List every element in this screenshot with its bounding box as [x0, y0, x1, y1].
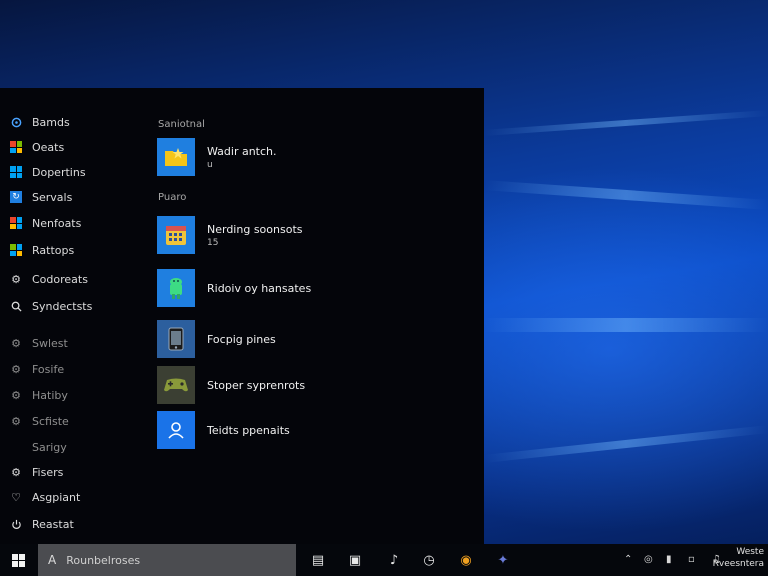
gear-icon: ⚙: [11, 388, 21, 402]
browser-icon[interactable]: ◉: [458, 552, 474, 568]
account-icon: ♡: [11, 490, 21, 504]
start-item-label: Syndectsts: [32, 299, 93, 313]
assistant-icon[interactable]: ✦: [495, 552, 511, 568]
taskbar-search-box[interactable]: A: [38, 544, 296, 576]
wallpaper-light-beam: [483, 180, 768, 210]
start-item-7[interactable]: ⚙ Codoreats: [10, 268, 135, 290]
tile-title: Wadir antch.: [207, 144, 277, 158]
windows-logo-icon: [12, 554, 18, 560]
tile-4[interactable]: Focpig pines: [157, 320, 276, 358]
tile-title: Stoper syprenrots: [207, 378, 306, 392]
start-item-10[interactable]: ⚙ Fosife: [10, 358, 135, 380]
calendar-icon: [157, 216, 195, 254]
windows-grid-icon: [10, 244, 22, 256]
file-explorer-icon[interactable]: ▣: [347, 552, 363, 568]
clock-date: Rveesntera: [712, 559, 764, 569]
gamepad-icon: [157, 366, 195, 404]
refresh-icon: ↻: [10, 191, 22, 203]
notification-icon[interactable]: ▫: [688, 554, 695, 565]
tile-title: Ridoiv oy hansates: [207, 281, 312, 295]
music-icon[interactable]: ♪: [386, 552, 402, 568]
start-item-label: Hatiby: [32, 388, 68, 402]
start-item-label: Asgpiant: [32, 490, 81, 504]
user-icon: [157, 411, 195, 449]
windows-grid-icon: [10, 217, 22, 229]
power-icon: [10, 518, 22, 530]
windows-grid-icon: [10, 166, 22, 178]
tile-3[interactable]: Ridoiv oy hansates: [157, 269, 311, 307]
start-button[interactable]: [12, 554, 25, 567]
gear-icon: ⚙: [11, 336, 21, 350]
folder-star-icon: [157, 138, 195, 176]
start-item-6[interactable]: Rattops: [10, 239, 135, 261]
start-item-label: Servals: [32, 190, 73, 204]
search-prefix: A: [48, 553, 57, 567]
taskbar: A ▤ ▣ ♪ ◷ ◉ ✦ ⌃ ◎ ▮ ▫ ♫ Weste Rveesntera: [0, 544, 768, 576]
section-label-2: Puaro: [158, 192, 187, 203]
windows-grid-icon: [10, 141, 22, 153]
taskbar-clock[interactable]: Weste Rveesntera: [713, 546, 764, 570]
wallpaper-light-beam: [484, 110, 768, 136]
tile-subtitle: u: [207, 159, 213, 170]
start-item-3[interactable]: Dopertins: [10, 161, 135, 183]
task-view-icon[interactable]: ▤: [310, 552, 326, 568]
start-item-5[interactable]: Nenfoats: [10, 212, 135, 234]
start-item-label: Fosife: [32, 362, 65, 376]
start-item-8[interactable]: Syndectsts: [10, 295, 135, 317]
start-item-11[interactable]: ⚙ Hatiby: [10, 384, 135, 406]
start-item-4[interactable]: ↻ Servals: [10, 186, 135, 208]
settings-icon: [10, 116, 22, 128]
start-left-column: Bamds Oeats Dopertins ↻ Servals Nenfoats…: [0, 88, 140, 544]
search-icon: [10, 300, 22, 312]
tile-6[interactable]: Teidts ppenaits: [157, 411, 290, 449]
start-menu: Bamds Oeats Dopertins ↻ Servals Nenfoats…: [0, 88, 484, 544]
blank-icon: [10, 441, 22, 453]
start-item-16[interactable]: Reastat: [10, 513, 135, 535]
start-item-14[interactable]: ⚙ Fisers: [10, 461, 135, 483]
tile-title: Teidts ppenaits: [207, 423, 290, 437]
start-item-label: Bamds: [32, 115, 70, 129]
start-item-label: Codoreats: [32, 272, 88, 286]
network-icon[interactable]: ◎: [644, 554, 653, 565]
tile-title: Nerding soonsots: [207, 222, 303, 236]
start-item-12[interactable]: ⚙ Scfiste: [10, 410, 135, 432]
battery-icon[interactable]: ▮: [666, 554, 672, 565]
gear-icon: ⚙: [11, 465, 21, 479]
gear-icon: ⚙: [11, 362, 21, 376]
section-label-1: Saniotnal: [158, 119, 205, 130]
start-item-label: Nenfoats: [32, 216, 82, 230]
tray-chevron-up-icon[interactable]: ⌃: [624, 554, 632, 565]
start-item-label: Fisers: [32, 465, 64, 479]
wallpaper-light-beam: [484, 318, 768, 332]
start-item-label: Dopertins: [32, 165, 86, 179]
start-item-label: Scfiste: [32, 414, 69, 428]
clock-app-icon[interactable]: ◷: [421, 552, 437, 568]
start-item-9[interactable]: ⚙ Swlest: [10, 332, 135, 354]
taskbar-search-input[interactable]: [64, 552, 269, 568]
tile-2[interactable]: Nerding soonsots 15: [157, 216, 302, 254]
gear-icon: ⚙: [11, 272, 21, 286]
start-item-15[interactable]: ♡ Asgpiant: [10, 486, 135, 508]
device-icon: [157, 320, 195, 358]
gear-icon: ⚙: [11, 414, 21, 428]
tile-1[interactable]: Wadir antch. u: [157, 138, 277, 176]
android-icon: [157, 269, 195, 307]
clock-time: Weste: [736, 547, 764, 557]
start-item-label: Reastat: [32, 517, 74, 531]
start-item-label: Rattops: [32, 243, 75, 257]
wallpaper-light-beam: [484, 425, 768, 463]
start-item-13[interactable]: Sarigy: [10, 436, 135, 458]
tile-subtitle: 15: [207, 237, 219, 248]
start-item-label: Swlest: [32, 336, 68, 350]
tile-5[interactable]: Stoper syprenrots: [157, 366, 305, 404]
start-item-1[interactable]: Bamds: [10, 111, 135, 133]
start-item-2[interactable]: Oeats: [10, 136, 135, 158]
start-item-label: Oeats: [32, 140, 65, 154]
tile-title: Focpig pines: [207, 332, 276, 346]
start-item-label: Sarigy: [32, 440, 67, 454]
